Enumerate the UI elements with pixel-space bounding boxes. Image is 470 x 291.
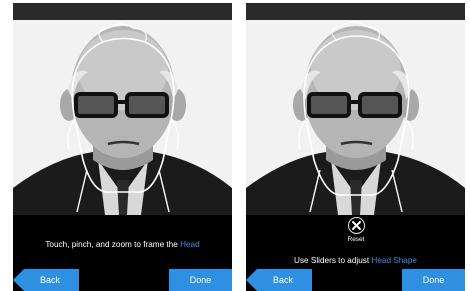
- status-bar: [246, 3, 465, 20]
- instruction-highlight: Head: [180, 240, 200, 249]
- done-button[interactable]: Done: [402, 269, 465, 291]
- frame-head-screen: Touch, pinch, and zoom to frame the Head…: [13, 3, 232, 291]
- portrait-photo[interactable]: [246, 20, 465, 215]
- done-button[interactable]: Done: [169, 269, 232, 291]
- back-button[interactable]: Back: [13, 269, 79, 291]
- instruction-text: Touch, pinch, and zoom to frame the Head: [13, 240, 232, 249]
- reset-label: Reset: [347, 236, 365, 243]
- reset-x-icon: [347, 217, 365, 234]
- back-button[interactable]: Back: [246, 269, 312, 291]
- instruction-prefix: Use Sliders to adjust: [294, 256, 372, 265]
- instruction-prefix: Touch, pinch, and zoom to frame the: [45, 240, 181, 249]
- head-shape-screen: Reset Use Sliders to adjust Head Shape B…: [246, 3, 465, 291]
- reset-button[interactable]: Reset: [342, 217, 370, 251]
- instruction-text: Use Sliders to adjust Head Shape: [246, 256, 465, 265]
- portrait-photo[interactable]: [13, 20, 232, 215]
- status-bar: [13, 3, 232, 20]
- instruction-highlight: Head Shape: [371, 256, 417, 265]
